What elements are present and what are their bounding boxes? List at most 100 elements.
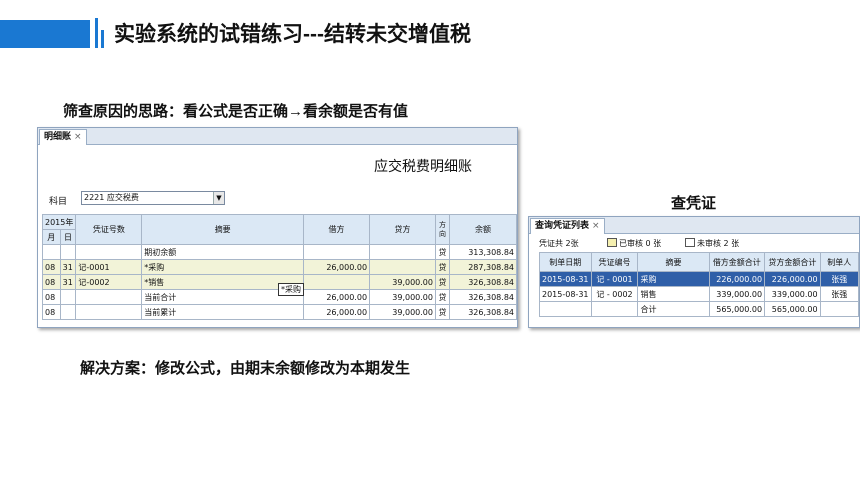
tab-label: 明细账 xyxy=(44,132,72,142)
col-credit[interactable]: 贷方 xyxy=(369,214,436,245)
voucher-tabstrip: 查询凭证列表 × xyxy=(529,217,859,234)
cell-debit-total: 565,000.00 xyxy=(708,301,766,317)
ledger-tabstrip: 明细账 × xyxy=(38,128,517,145)
detail-ledger-window: 明细账 × 应交税费明细账 科目 2221 应交税费 ▼ 2015年 凭证号数 摘… xyxy=(37,127,518,328)
col-debit-total[interactable]: 借方金额合计 xyxy=(708,252,766,272)
close-icon[interactable]: × xyxy=(592,221,600,231)
ledger-title: 应交税费明细账 xyxy=(374,159,472,175)
note-check-method: 筛查原因的思路：看公式是否正确→看余额是否有值 xyxy=(63,103,409,120)
cell-balance: 326,308.84 xyxy=(448,274,518,290)
table-row[interactable]: 2015-08-31 记 - 0002 销售 339,000.00 339,00… xyxy=(539,286,859,302)
cell-tooltip: *采购 xyxy=(278,283,304,296)
cell-summary: 采购 xyxy=(637,271,710,287)
col-voucher-no[interactable]: 凭证号数 xyxy=(75,214,143,245)
slide-title: 实验系统的试错练习---结转未交增值税 xyxy=(114,23,471,46)
cell-voucher-no xyxy=(590,301,639,317)
tab-detail-ledger[interactable]: 明细账 × xyxy=(39,129,87,145)
cell-debit: 26,000.00 xyxy=(303,289,371,305)
cell-voucher-no: 记 - 0002 xyxy=(590,286,639,302)
cell-balance: 313,308.84 xyxy=(448,244,518,260)
cell-direction: 贷 xyxy=(434,274,450,290)
unaudited-count: 未审核 2 张 xyxy=(697,239,740,248)
cell-summary: 当前累计 xyxy=(141,304,305,320)
cell-direction: 贷 xyxy=(434,244,450,260)
cell-month: 08 xyxy=(42,259,61,275)
checkbox-icon[interactable] xyxy=(607,238,617,247)
tab-label: 查询凭证列表 xyxy=(535,221,590,231)
note-check-voucher: 查凭证 xyxy=(671,195,717,212)
cell-creator: 张强 xyxy=(819,271,859,287)
cell-creator: 张强 xyxy=(819,286,859,302)
table-row[interactable]: 08 31 记-0001 *采购 26,000.00 贷 287,308.84 xyxy=(42,259,518,275)
checkbox-icon[interactable] xyxy=(685,238,695,247)
subject-label: 科目 xyxy=(49,197,68,207)
cell-date: 2015-08-31 xyxy=(539,271,592,287)
cell-credit-total: 339,000.00 xyxy=(764,286,821,302)
cell-balance: 287,308.84 xyxy=(448,259,518,275)
header-accent-tick xyxy=(95,18,98,48)
col-month[interactable]: 月 xyxy=(42,229,61,245)
cell-voucher: 记-0001 xyxy=(75,259,143,275)
cell-day xyxy=(59,289,77,305)
col-direction[interactable]: 方向 xyxy=(434,214,450,245)
cell-day: 31 xyxy=(59,274,77,290)
cell-voucher-no: 记 - 0001 xyxy=(590,271,639,287)
cell-debit xyxy=(303,274,371,290)
cell-month: 08 xyxy=(42,274,61,290)
col-voucher-no[interactable]: 凭证编号 xyxy=(590,252,639,272)
subject-select[interactable]: 2221 应交税费 ▼ xyxy=(81,191,225,205)
voucher-summary-bar: 凭证共 2张 已审核 0 张 未审核 2 张 xyxy=(529,236,859,251)
table-row[interactable]: 合计 565,000.00 565,000.00 xyxy=(539,301,859,317)
cell-credit xyxy=(369,244,436,260)
header-accent-tick-short xyxy=(101,30,104,48)
cell-debit: 26,000.00 xyxy=(303,259,371,275)
col-debit[interactable]: 借方 xyxy=(303,214,371,245)
cell-debit: 26,000.00 xyxy=(303,304,371,320)
unaudited-filter[interactable]: 未审核 2 张 xyxy=(685,236,739,251)
cell-voucher: 记-0002 xyxy=(75,274,143,290)
col-credit-total[interactable]: 贷方金额合计 xyxy=(764,252,821,272)
col-day[interactable]: 日 xyxy=(59,229,77,245)
header-accent-bar xyxy=(0,20,90,48)
cell-date: 2015-08-31 xyxy=(539,286,592,302)
col-creator[interactable]: 制单人 xyxy=(819,252,859,272)
cell-direction: 贷 xyxy=(434,289,450,305)
audited-count: 已审核 0 张 xyxy=(619,239,662,248)
chevron-down-icon[interactable]: ▼ xyxy=(213,192,224,204)
cell-voucher xyxy=(75,244,143,260)
cell-summary: 合计 xyxy=(637,301,710,317)
col-balance[interactable]: 余额 xyxy=(448,214,518,245)
col-summary[interactable]: 摘要 xyxy=(141,214,305,245)
cell-balance: 326,308.84 xyxy=(448,304,518,320)
cell-voucher xyxy=(75,289,143,305)
cell-month: 08 xyxy=(42,289,61,305)
tab-voucher-list[interactable]: 查询凭证列表 × xyxy=(530,218,605,234)
close-icon[interactable]: × xyxy=(74,132,82,142)
table-row[interactable]: 期初余额 贷 313,308.84 xyxy=(42,244,518,260)
cell-debit xyxy=(303,244,371,260)
cell-credit: 39,000.00 xyxy=(369,274,436,290)
cell-month xyxy=(42,244,61,260)
voucher-list-window: 查询凭证列表 × 凭证共 2张 已审核 0 张 未审核 2 张 制单日期 凭证编号… xyxy=(528,216,860,328)
table-row[interactable]: 08 当前累计 26,000.00 39,000.00 贷 326,308.84 xyxy=(42,304,518,320)
ledger-header-row: 2015年 凭证号数 摘要 借方 贷方 方向 余额 xyxy=(41,214,518,245)
cell-debit-total: 339,000.00 xyxy=(708,286,766,302)
cell-credit: 39,000.00 xyxy=(369,304,436,320)
cell-voucher xyxy=(75,304,143,320)
cell-direction: 贷 xyxy=(434,259,450,275)
col-summary[interactable]: 摘要 xyxy=(637,252,710,272)
cell-balance: 326,308.84 xyxy=(448,289,518,305)
audited-filter[interactable]: 已审核 0 张 xyxy=(607,236,661,251)
cell-credit-total: 565,000.00 xyxy=(764,301,821,317)
cell-summary: *采购 xyxy=(141,259,305,275)
cell-summary: 销售 xyxy=(637,286,710,302)
col-date[interactable]: 制单日期 xyxy=(539,252,592,272)
table-row[interactable]: 2015-08-31 记 - 0001 采购 226,000.00 226,00… xyxy=(539,271,859,287)
cell-credit: 39,000.00 xyxy=(369,289,436,305)
voucher-header-row: 制单日期 凭证编号 摘要 借方金额合计 贷方金额合计 制单人 xyxy=(539,252,859,272)
cell-direction: 贷 xyxy=(434,304,450,320)
col-year: 2015年 xyxy=(41,214,77,230)
subject-value: 2221 应交税费 xyxy=(84,193,139,202)
cell-day: 31 xyxy=(59,259,77,275)
ledger-table: 2015年 凭证号数 摘要 借方 贷方 方向 余额 月 日 期初余额 贷 313… xyxy=(41,214,518,320)
